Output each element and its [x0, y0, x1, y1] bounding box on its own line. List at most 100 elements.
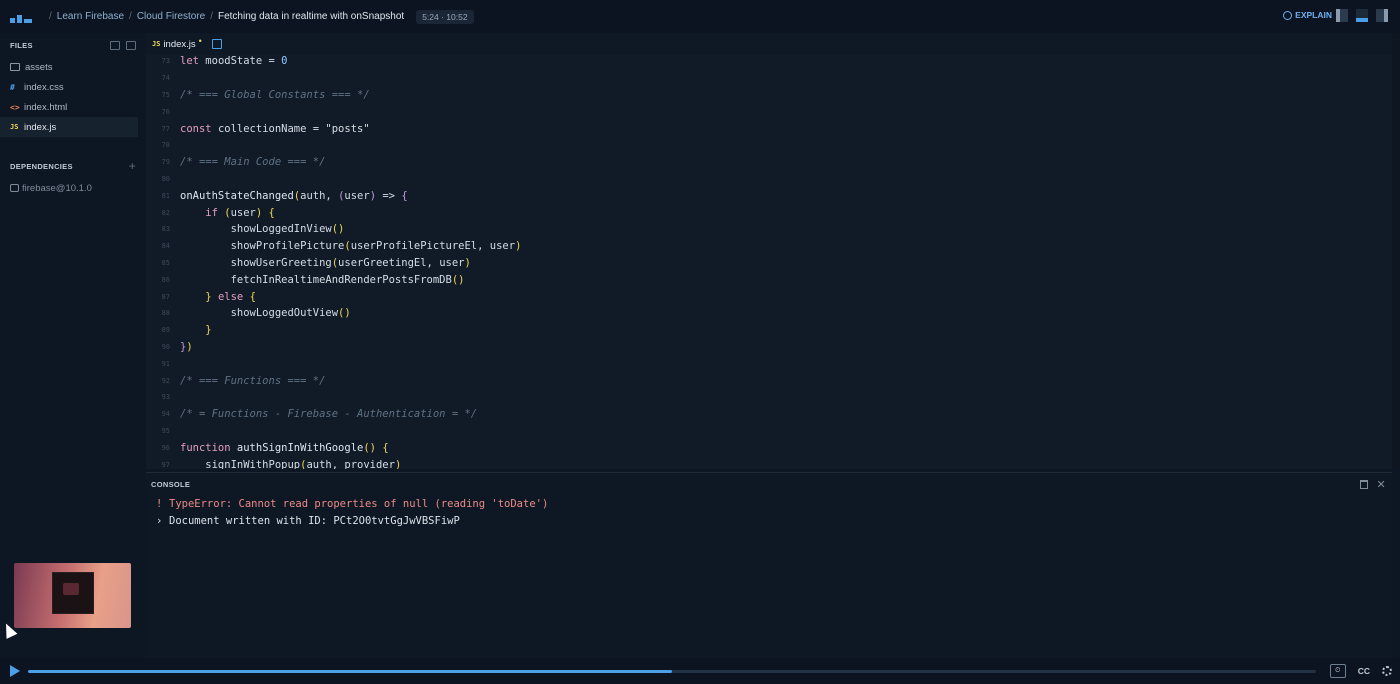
scrim-app: / Learn Firebase / Cloud Firestore / Fet… — [0, 0, 1400, 684]
explain-label: EXPLAIN — [1295, 10, 1332, 20]
code-line[interactable]: 80 — [146, 171, 1392, 188]
code-line[interactable]: 92 /* === Functions === */ — [146, 372, 1392, 389]
code-line[interactable]: 89 } — [146, 322, 1392, 339]
code-line[interactable]: 95 — [146, 423, 1392, 440]
file-item-assets[interactable]: assets — [0, 57, 138, 77]
layout-right-panel-icon[interactable] — [1376, 9, 1388, 22]
explain-button[interactable]: EXPLAIN — [1283, 10, 1332, 20]
dependency-item[interactable]: firebase@10.1.0 — [0, 178, 146, 198]
html-file-icon: <> — [10, 102, 20, 112]
breadcrumb-module[interactable]: Cloud Firestore — [137, 11, 205, 22]
code-text: /* === Functions === */ — [180, 374, 326, 387]
code-line[interactable]: 88 showLoggedOutView() — [146, 305, 1392, 322]
new-folder-icon[interactable] — [126, 40, 136, 50]
console-heading: CONSOLE — [151, 479, 191, 489]
code-text: }) — [180, 340, 193, 353]
layout-bottom-panel-icon[interactable] — [1356, 9, 1368, 22]
close-icon[interactable]: ✕ — [1376, 478, 1386, 491]
line-number: 87 — [161, 292, 170, 301]
breadcrumb-course[interactable]: Learn Firebase — [57, 11, 124, 22]
code-line[interactable]: 84 showProfilePicture(userProfilePicture… — [146, 238, 1392, 255]
package-icon — [10, 184, 19, 192]
new-tab-icon[interactable] — [211, 39, 222, 49]
file-item-index-js[interactable]: JS index.js — [0, 117, 138, 137]
line-number: 83 — [161, 225, 170, 234]
code-text: /* === Global Constants === */ — [180, 88, 370, 101]
code-line[interactable]: 74 — [146, 70, 1392, 87]
code-text: showProfilePicture(userProfilePictureEl,… — [180, 240, 522, 253]
line-number: 96 — [161, 443, 170, 452]
console-lines: ! TypeError: Cannot read properties of nu… — [146, 495, 1392, 529]
play-icon[interactable] — [10, 665, 20, 677]
gear-icon[interactable] — [1382, 666, 1392, 676]
code-line[interactable]: 75 /* === Global Constants === */ — [146, 87, 1392, 104]
editor-scrollbar[interactable] — [1392, 33, 1400, 469]
line-number: 77 — [161, 124, 170, 133]
code-line[interactable]: 87 } else { — [146, 288, 1392, 305]
captions-button[interactable]: CC — [1358, 666, 1370, 676]
progress-track[interactable] — [28, 670, 1316, 673]
line-number: 76 — [161, 107, 170, 116]
code-line[interactable]: 73 let moodState = 0 — [146, 53, 1392, 70]
line-number: 84 — [161, 242, 170, 251]
scrimba-logo[interactable] — [10, 11, 32, 23]
code-text: showUserGreeting(userGreetingEl, user) — [180, 256, 471, 269]
line-number: 82 — [161, 208, 170, 217]
code-line[interactable]: 78 — [146, 137, 1392, 154]
code-line[interactable]: 79 /* === Main Code === */ — [146, 154, 1392, 171]
layout-sidebar-icon[interactable] — [1336, 9, 1348, 22]
layout-switcher — [1336, 9, 1388, 22]
file-item-index-html[interactable]: <> index.html — [0, 97, 138, 117]
line-number: 95 — [161, 426, 170, 435]
line-number: 74 — [161, 74, 170, 83]
line-number: 92 — [161, 376, 170, 385]
code-line[interactable]: 93 — [146, 389, 1392, 406]
code-text: /* === Main Code === */ — [180, 156, 326, 169]
code-line[interactable]: 94 /* = Functions - Firebase - Authentica… — [146, 406, 1392, 423]
code-line[interactable]: 96 function authSignInWithGoogle() { — [146, 439, 1392, 456]
file-label: index.html — [24, 101, 68, 113]
code-line[interactable]: 83 showLoggedInView() — [146, 221, 1392, 238]
code-line[interactable]: 97 signInWithPopup(auth, provider) — [146, 456, 1392, 469]
code-line[interactable]: 77 const collectionName = "posts" — [146, 120, 1392, 137]
code-line[interactable]: 82 if (user) { — [146, 204, 1392, 221]
add-dependency-icon[interactable]: + — [129, 159, 136, 173]
code-text: onAuthStateChanged(auth, (user) => { — [180, 189, 408, 202]
code-lines[interactable]: 73 let moodState = 0 74 75 /* === Global Con… — [146, 53, 1392, 469]
code-line[interactable]: 81 onAuthStateChanged(auth, (user) => { — [146, 187, 1392, 204]
code-text: signInWithPopup(auth, provider) — [180, 458, 402, 469]
lesson-timer: 5:24 · 10:52 — [416, 9, 474, 24]
unsaved-dot-icon: • — [198, 36, 202, 46]
line-number: 94 — [161, 410, 170, 419]
clear-console-icon[interactable] — [1360, 479, 1369, 489]
dependencies-heading: DEPENDENCIES — [10, 161, 73, 171]
top-bar: / Learn Firebase / Cloud Firestore / Fet… — [0, 0, 1400, 33]
line-number: 78 — [161, 141, 170, 150]
code-text: fetchInRealtimeAndRenderPostsFromDB() — [180, 273, 465, 286]
instructor-video-thumbnail[interactable] — [14, 563, 131, 628]
file-item-index-css[interactable]: # index.css — [0, 77, 138, 97]
dependencies-header: DEPENDENCIES + — [0, 154, 146, 178]
console-error-line: ! TypeError: Cannot read properties of nu… — [156, 497, 549, 510]
player-bar: ⏲ CC — [0, 658, 1400, 684]
console-panel: CONSOLE ✕ ! TypeError: Cannot read proper… — [146, 472, 1392, 658]
console-header: CONSOLE ✕ — [146, 473, 1392, 495]
code-line[interactable]: 91 — [146, 355, 1392, 372]
line-number: 90 — [161, 342, 170, 351]
playback-speed-icon[interactable]: ⏲ — [1329, 664, 1346, 678]
tab-index-js[interactable]: JS index.js • — [152, 36, 202, 50]
code-line[interactable]: 90}) — [146, 339, 1392, 356]
line-number: 80 — [161, 174, 170, 183]
code-editor[interactable]: JS index.js • 73 let moodState = 0 74 75 /* … — [146, 33, 1392, 469]
code-line[interactable]: 85 showUserGreeting(userGreetingEl, user… — [146, 255, 1392, 272]
new-file-icon[interactable] — [110, 40, 120, 50]
line-number: 88 — [161, 309, 170, 318]
code-text: const collectionName = "posts" — [180, 122, 370, 135]
code-line[interactable]: 86 fetchInRealtimeAndRenderPostsFromDB() — [146, 271, 1392, 288]
console-log-line: › Document written with ID: PCt2O0tvtGgJw… — [156, 514, 460, 527]
js-file-icon: JS — [10, 123, 19, 131]
code-line[interactable]: 76 — [146, 103, 1392, 120]
line-number: 81 — [161, 191, 170, 200]
folder-icon — [10, 63, 20, 71]
line-number: 75 — [161, 90, 170, 99]
